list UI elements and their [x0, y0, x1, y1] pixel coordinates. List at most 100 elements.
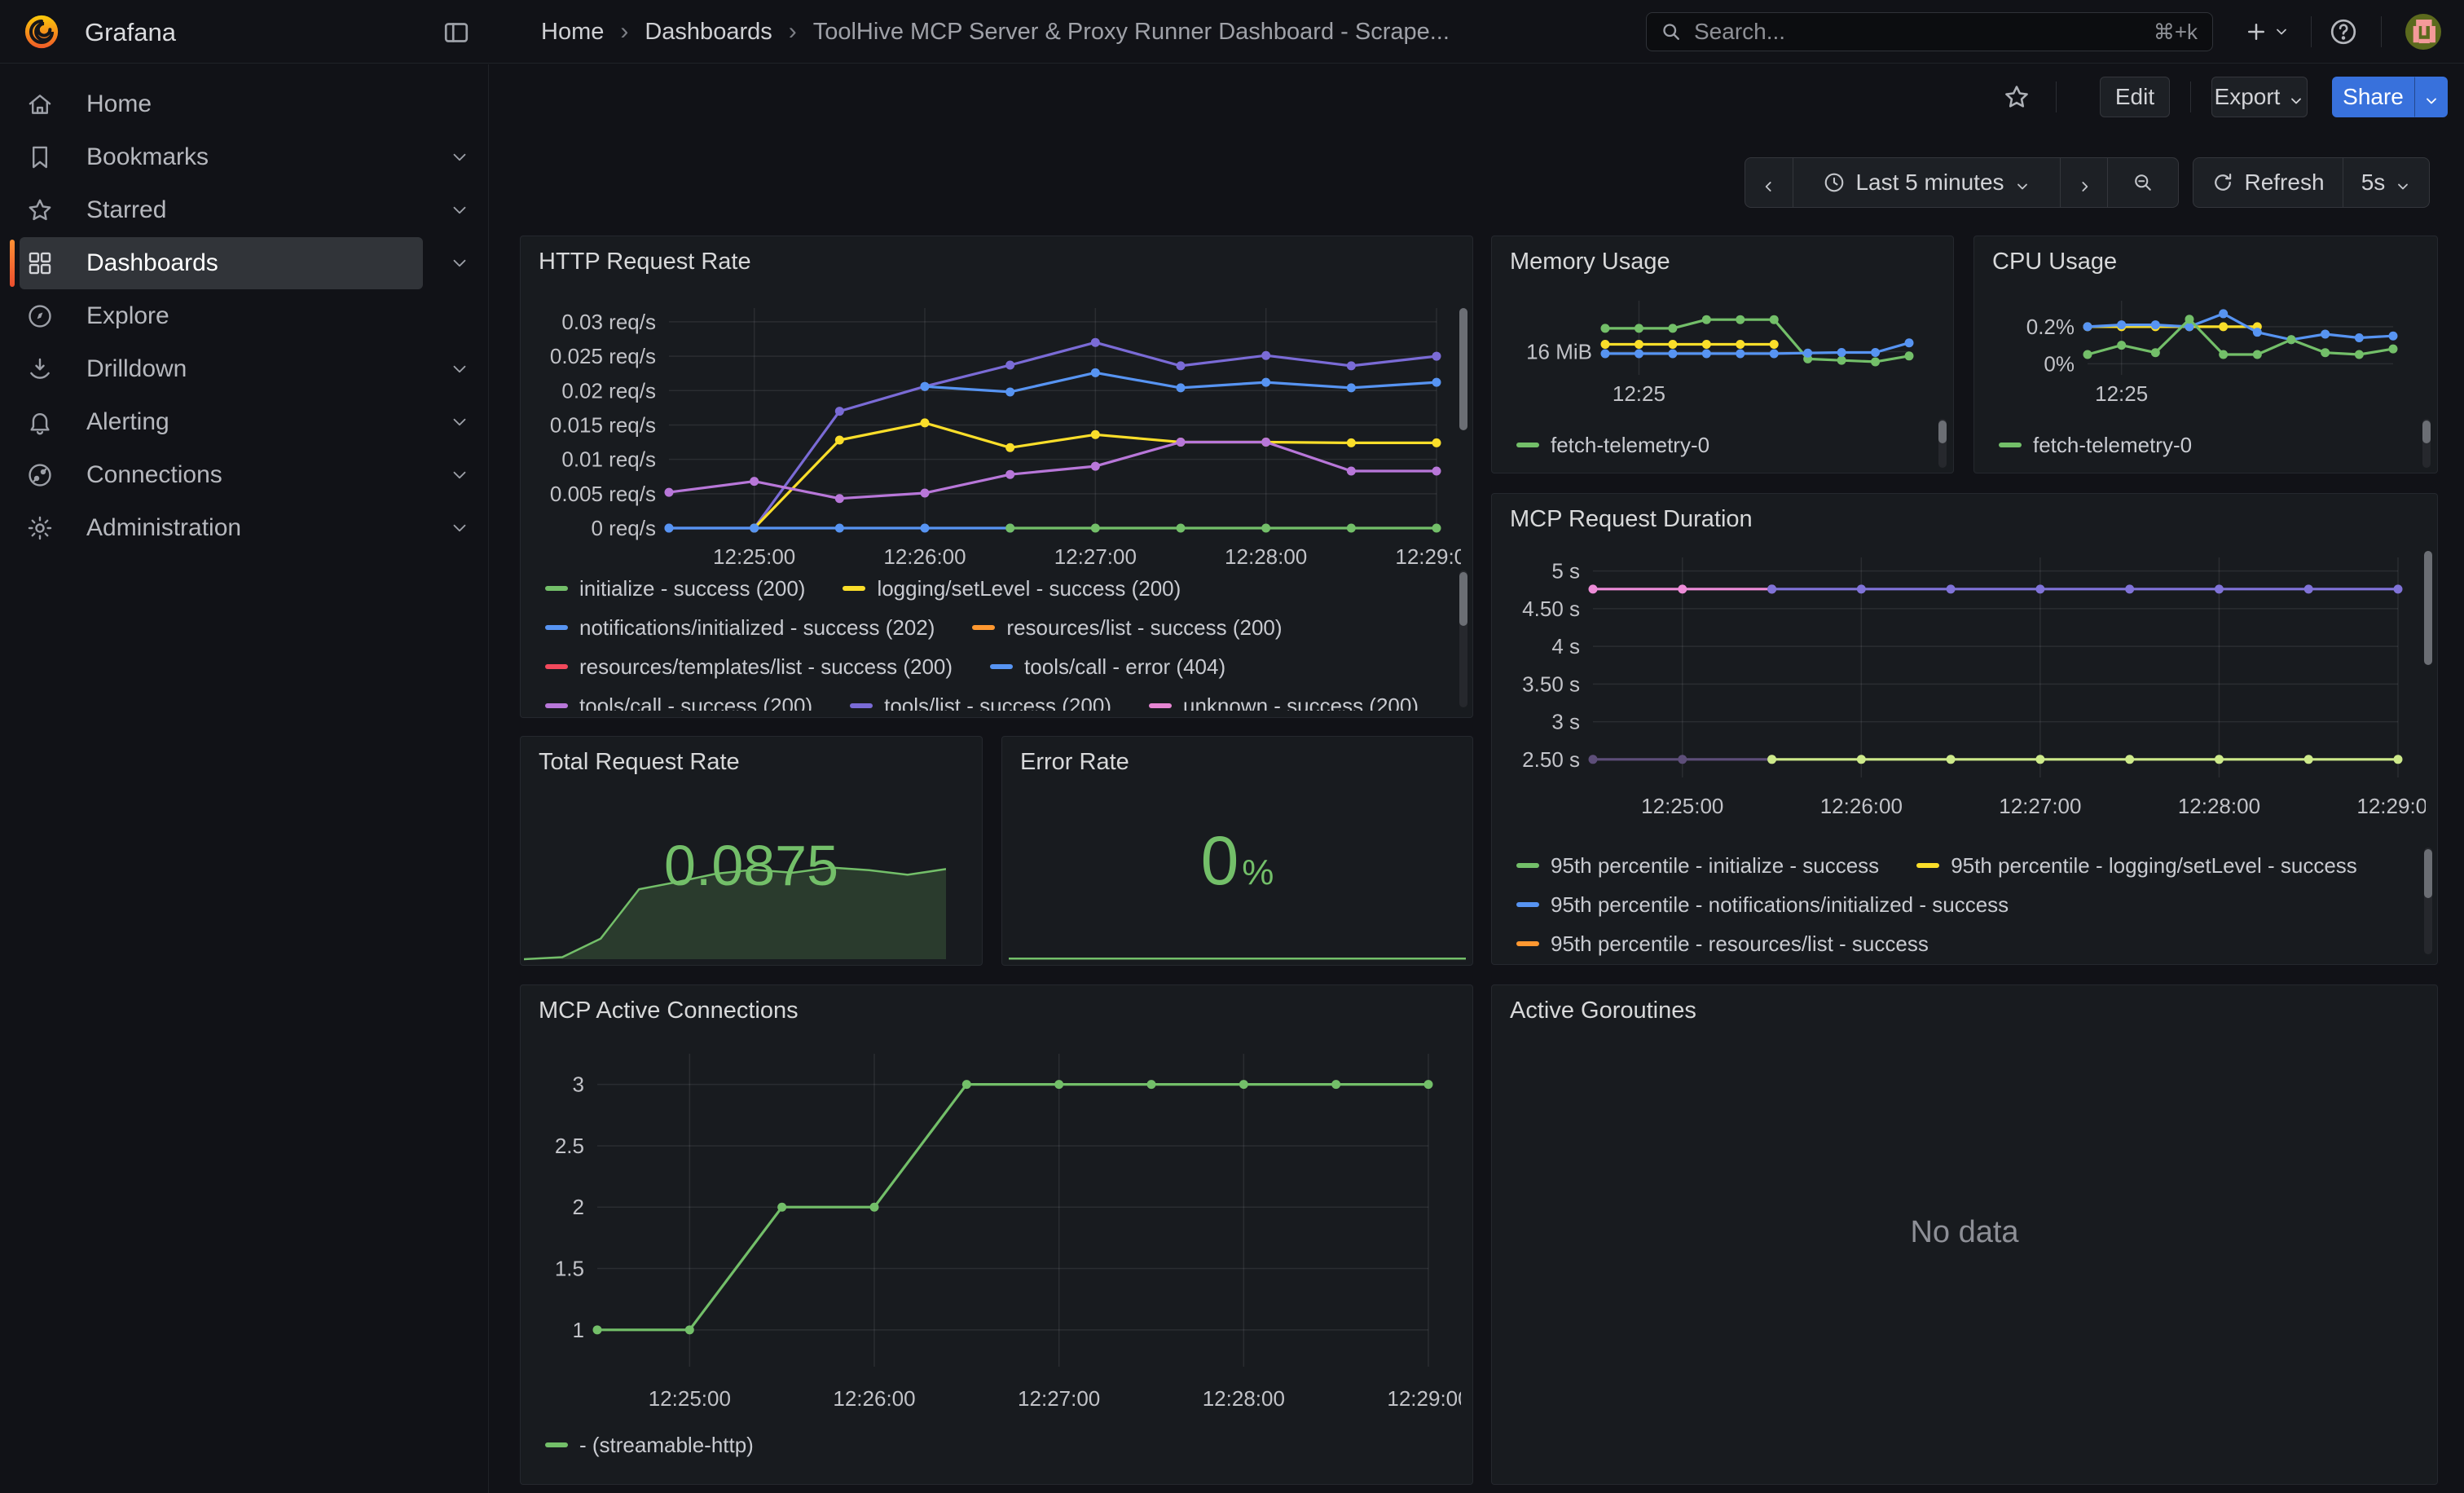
svg-text:12:25: 12:25 [2095, 381, 2148, 406]
svg-text:12:27:00: 12:27:00 [1999, 794, 2081, 818]
chevron-down-icon[interactable] [449, 359, 470, 380]
mcp-active-connections-chart[interactable]: 11.522.5312:25:0012:26:0012:27:0012:28:0… [532, 1037, 1461, 1412]
plug-icon [26, 461, 54, 489]
sidebar-item-label: Dashboards [86, 249, 218, 277]
time-range-picker[interactable]: Last 5 minutes [1793, 158, 2060, 207]
legend-item[interactable]: tools/list - success (200) [850, 694, 1111, 711]
sidebar-item-label: Home [86, 90, 152, 118]
svg-text:12:26:00: 12:26:00 [1820, 794, 1903, 818]
chevron-down-icon [2395, 174, 2411, 191]
user-avatar[interactable] [2405, 14, 2441, 50]
legend-swatch [850, 703, 873, 708]
legend-item[interactable]: 95th percentile - notifications/initiali… [1516, 892, 2009, 918]
mcp-request-duration-chart[interactable]: 2.50 s3 s3.50 s4 s4.50 s5 s12:25:0012:26… [1503, 551, 2426, 820]
sidebar-item-explore[interactable]: Explore [20, 290, 423, 342]
legend-item[interactable]: resources/list - success (200) [972, 615, 1282, 641]
legend-item[interactable]: fetch-telemetry-0 [1999, 433, 2192, 458]
panel-title[interactable]: Active Goroutines [1492, 985, 2437, 1037]
refresh-button[interactable]: Refresh [2193, 158, 2343, 207]
chevron-down-icon[interactable] [449, 253, 470, 274]
legend-item[interactable]: 95th percentile - resources/list - succe… [1516, 931, 1929, 957]
memory-usage-chart[interactable]: 16 MiB12:25 [1503, 281, 1942, 407]
legend-item[interactable]: resources/templates/list - success (200) [545, 654, 953, 680]
legend-item[interactable]: fetch-telemetry-0 [1516, 433, 1709, 458]
panel-title[interactable]: Error Rate [1002, 737, 1472, 788]
legend-label: resources/list - success (200) [1006, 615, 1282, 641]
share-button[interactable]: Share [2332, 77, 2414, 117]
legend-swatch [545, 703, 568, 708]
legend-label: 95th percentile - resources/list - succe… [1551, 931, 1929, 957]
scrollbar[interactable] [1938, 421, 1947, 443]
search-input[interactable]: ⌘+k [1646, 12, 2213, 51]
svg-text:4.50 s: 4.50 s [1522, 597, 1580, 621]
scrollbar[interactable] [2422, 421, 2431, 443]
panel-title[interactable]: CPU Usage [1974, 236, 2437, 288]
grafana-logo-icon[interactable] [23, 13, 60, 51]
chevron-down-icon[interactable] [449, 517, 470, 539]
legend-item[interactable]: logging/setLevel - success (200) [843, 576, 1181, 601]
svg-text:12:28:00: 12:28:00 [1225, 544, 1307, 569]
chevron-down-icon[interactable] [449, 412, 470, 433]
legend-item[interactable]: tools/call - success (200) [545, 694, 812, 711]
legend-item[interactable]: 95th percentile - logging/setLevel - suc… [1916, 853, 2357, 879]
panel-cpu-usage: CPU Usage 0.2%0%12:25 fetch-telemetry-0 [1973, 236, 2438, 473]
legend-item[interactable]: initialize - success (200) [545, 576, 805, 601]
favorite-star-icon[interactable] [2003, 83, 2031, 111]
chart-svg: 0.2%0%12:25 [1986, 281, 2426, 407]
sidebar-item-home[interactable]: Home [20, 78, 423, 130]
legend-item[interactable]: - (streamable-http) [545, 1433, 754, 1458]
legend-item[interactable]: notifications/initialized - success (202… [545, 615, 935, 641]
add-button[interactable] [2233, 12, 2301, 51]
panel-title[interactable]: MCP Active Connections [521, 985, 1472, 1037]
share-menu-button[interactable] [2414, 77, 2448, 117]
legend-item[interactable]: tools/call - error (404) [990, 654, 1225, 680]
chart-legend: initialize - success (200) logging/setLev… [545, 569, 1448, 711]
cpu-usage-chart[interactable]: 0.2%0%12:25 [1986, 281, 2426, 407]
scrollbar[interactable] [1459, 572, 1467, 626]
sidebar-item-label: Alerting [86, 408, 169, 436]
http-request-rate-chart[interactable]: 0 req/s0.005 req/s0.01 req/s0.015 req/s0… [532, 300, 1461, 570]
stat-value: 0.0875 [521, 833, 982, 898]
panel-title[interactable]: Memory Usage [1492, 236, 1953, 288]
sidebar-toggle-icon[interactable] [442, 18, 471, 47]
sidebar-item-alerting[interactable]: Alerting [20, 396, 423, 448]
sidebar-item-administration[interactable]: Administration [20, 502, 423, 554]
sidebar-item-drilldown[interactable]: Drilldown [20, 343, 423, 395]
help-button[interactable] [2329, 17, 2358, 46]
breadcrumb-item[interactable]: Home [541, 19, 604, 46]
scrollbar[interactable] [2424, 551, 2432, 665]
panel-title[interactable]: Total Request Rate [521, 737, 982, 788]
legend-label: fetch-telemetry-0 [2033, 433, 2192, 458]
sidebar-item-bookmarks[interactable]: Bookmarks [20, 131, 423, 183]
legend-label: tools/call - success (200) [579, 694, 812, 711]
sidebar-item-starred[interactable]: Starred [20, 184, 423, 236]
chevron-down-icon[interactable] [449, 200, 470, 221]
panel-title[interactable]: MCP Request Duration [1492, 494, 2437, 545]
top-nav-bar: Grafana Home›Dashboards›ToolHive MCP Ser… [0, 0, 2464, 64]
breadcrumb-item[interactable]: Dashboards [645, 19, 772, 46]
chevron-down-icon [2423, 89, 2440, 105]
svg-text:12:27:00: 12:27:00 [1054, 544, 1137, 569]
legend-label: 95th percentile - logging/setLevel - suc… [1951, 853, 2357, 879]
scrollbar[interactable] [2424, 849, 2432, 898]
zoom-out-button[interactable] [2107, 158, 2178, 207]
search-field[interactable] [1694, 19, 2154, 45]
panel-title[interactable]: HTTP Request Rate [521, 236, 1472, 288]
scrollbar[interactable] [1459, 308, 1467, 430]
legend-item[interactable]: unknown - success (200) [1149, 694, 1419, 711]
home-icon [26, 90, 54, 118]
edit-button[interactable]: Edit [2100, 77, 2170, 117]
export-button[interactable]: Export [2211, 77, 2308, 117]
svg-text:0.005 req/s: 0.005 req/s [550, 482, 656, 506]
legend-label: tools/list - success (200) [884, 694, 1111, 711]
legend-label: unknown - success (200) [1183, 694, 1419, 711]
time-shift-forward-button[interactable] [2060, 158, 2107, 207]
sidebar-item-connections[interactable]: Connections [20, 449, 423, 501]
legend-item[interactable]: 95th percentile - initialize - success [1516, 853, 1879, 879]
chevron-down-icon[interactable] [449, 465, 470, 486]
svg-text:0.025 req/s: 0.025 req/s [550, 344, 656, 368]
chevron-down-icon[interactable] [449, 147, 470, 168]
refresh-interval-select[interactable]: 5s [2343, 158, 2429, 207]
time-shift-back-button[interactable] [1745, 158, 1793, 207]
sidebar-item-dashboards[interactable]: Dashboards [20, 237, 423, 289]
